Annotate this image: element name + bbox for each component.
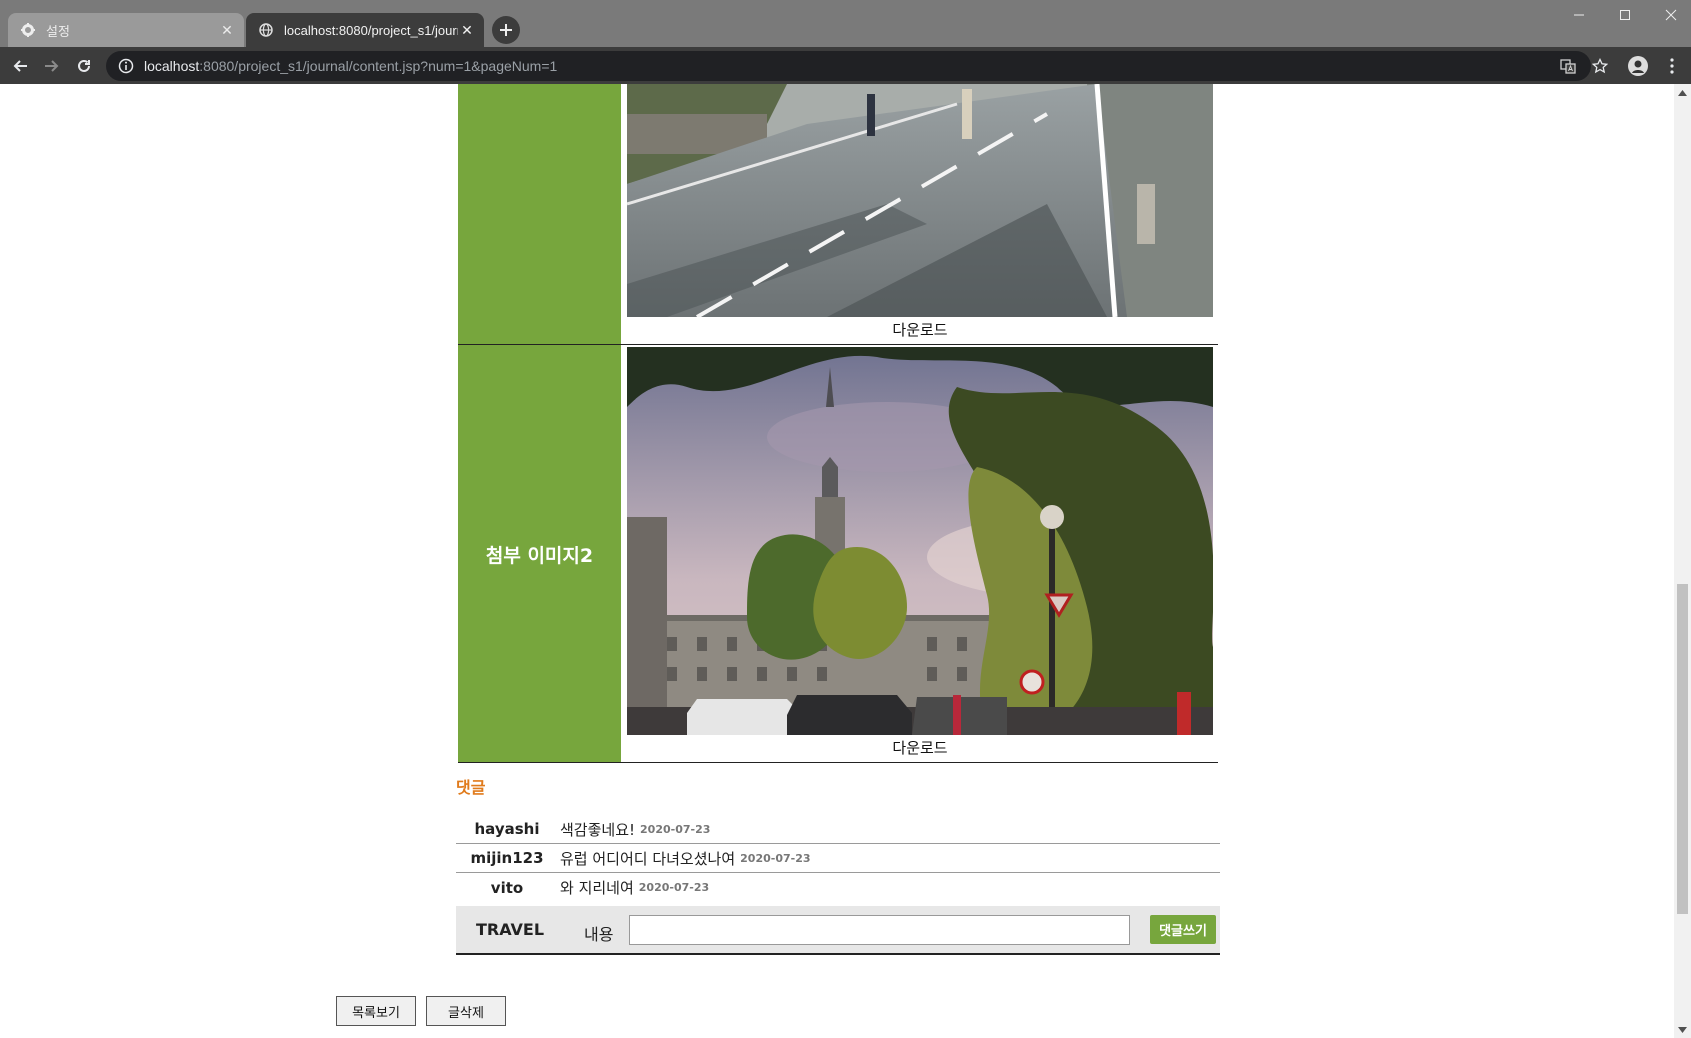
translate-icon[interactable] <box>1558 56 1578 76</box>
url-host: localhost <box>144 58 200 74</box>
url-path: :8080/project_s1/journal/content.jsp?num… <box>199 58 558 74</box>
attachment-image-street <box>627 84 1213 317</box>
address-bar[interactable]: localhost:8080/project_s1/journal/conten… <box>106 51 1591 81</box>
tab-strip: 설정 ✕ localhost:8080/project_s1/journal/c… <box>0 0 1691 47</box>
new-tab-button[interactable] <box>492 16 520 44</box>
url-text: localhost:8080/project_s1/journal/conten… <box>144 58 557 74</box>
comment-text: 유럽 어디어디 다녀오셨나여 <box>560 849 736 868</box>
avatar[interactable] <box>1628 56 1648 76</box>
comment-date: 2020-07-23 <box>740 851 811 865</box>
comment-row: vito 와 지리네여 2020-07-23 <box>456 873 1220 902</box>
reload-icon[interactable] <box>70 52 98 80</box>
globe-icon <box>258 22 274 38</box>
maximize-icon[interactable] <box>1602 0 1648 30</box>
divider <box>458 762 1218 763</box>
tab-title: localhost:8080/project_s1/journal/conten… <box>284 22 458 38</box>
page-scrollbar[interactable] <box>1674 84 1691 1038</box>
comment-input-label: 내용 <box>584 925 614 944</box>
back-arrow-icon[interactable] <box>6 52 34 80</box>
attachment-label-2: 첨부 이미지2 <box>458 345 621 763</box>
comment-user: mijin123 <box>470 849 544 867</box>
comments-title: 댓글 <box>456 778 486 797</box>
comment-row: mijin123 유럽 어디어디 다녀오셨나여 2020-07-23 <box>456 844 1220 873</box>
comment-user: vito <box>490 878 524 897</box>
tab-title: 설정 <box>46 23 70 39</box>
browser-toolbar: localhost:8080/project_s1/journal/conten… <box>0 47 1691 84</box>
scroll-up-icon[interactable] <box>1678 88 1687 97</box>
star-bookmark-icon[interactable] <box>1590 56 1610 76</box>
attachment-label-text: 첨부 이미지2 <box>485 544 594 567</box>
comment-user: hayashi <box>474 820 540 838</box>
close-tab-icon[interactable]: ✕ <box>218 21 236 39</box>
tab-settings[interactable]: 설정 ✕ <box>8 13 244 47</box>
comment-date: 2020-07-23 <box>640 822 711 836</box>
comment-write-row: TRAVEL 내용 댓글쓰기 <box>456 906 1220 955</box>
comment-row: hayashi 색감좋네요! 2020-07-23 <box>456 815 1220 844</box>
info-icon[interactable] <box>118 58 134 74</box>
comment-text: 색감좋네요! <box>560 820 636 839</box>
menu-kebab-icon[interactable] <box>1662 56 1682 76</box>
scrollbar-thumb[interactable] <box>1677 584 1688 914</box>
tab-content-page[interactable]: localhost:8080/project_s1/journal/conten… <box>246 13 484 47</box>
scroll-down-icon[interactable] <box>1678 1025 1687 1034</box>
write-comment-button[interactable]: 댓글쓰기 <box>1150 915 1216 944</box>
delete-post-button[interactable]: 글삭제 <box>426 996 506 1026</box>
attachment-image-cathedral <box>627 347 1213 735</box>
comment-writer-name: TRAVEL <box>476 920 545 939</box>
close-window-icon[interactable] <box>1648 0 1691 30</box>
close-tab-icon[interactable]: ✕ <box>458 21 476 39</box>
forward-arrow-icon[interactable] <box>38 52 66 80</box>
comment-date: 2020-07-23 <box>638 881 710 894</box>
comment-text: 와 지리네여 <box>560 879 634 897</box>
minimize-icon[interactable] <box>1556 0 1602 30</box>
comment-input[interactable] <box>629 915 1130 945</box>
gear-icon <box>20 22 36 38</box>
download-link-1[interactable]: 다운로드 <box>627 317 1213 343</box>
list-button[interactable]: 목록보기 <box>336 996 416 1026</box>
page-viewport: 다운로드 첨부 이미지2 다운로드 댓글 hayashi 색감좋네요! 2020… <box>0 84 1674 1038</box>
attachment-label-1 <box>458 84 621 344</box>
download-link-2[interactable]: 다운로드 <box>627 735 1213 761</box>
